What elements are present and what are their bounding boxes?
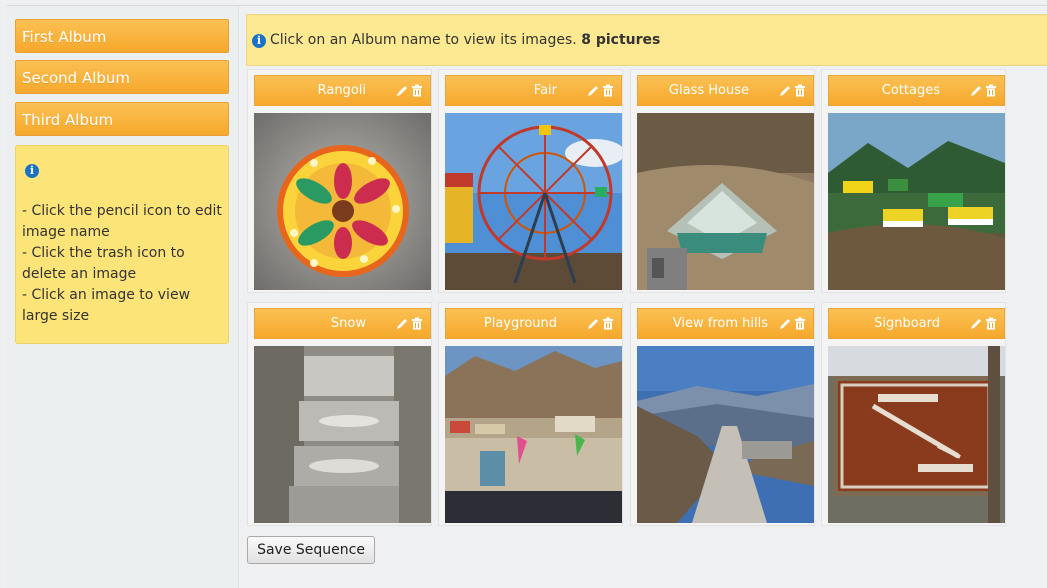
gallery-item-glass-house: Glass House bbox=[630, 69, 815, 293]
image-title: Playground bbox=[483, 316, 557, 331]
album-second[interactable]: Second Album bbox=[15, 60, 229, 94]
info-icon: i bbox=[25, 164, 39, 178]
picture-count: 8 pictures bbox=[581, 32, 661, 48]
image-fair[interactable] bbox=[445, 113, 622, 290]
image-title: View from hills bbox=[672, 316, 768, 331]
image-view-from-hills[interactable] bbox=[637, 346, 814, 523]
trash-icon[interactable] bbox=[985, 317, 997, 330]
trash-icon[interactable] bbox=[602, 317, 614, 330]
gallery-item-rangoli: Rangoli bbox=[247, 69, 432, 293]
pencil-icon[interactable] bbox=[970, 84, 982, 97]
notice-text: Click on an Album name to view its image… bbox=[270, 32, 660, 48]
help-line-view: - Click an image to view large size bbox=[22, 287, 191, 324]
info-icon: i bbox=[252, 34, 266, 48]
help-text: - Click the pencil icon to edit image na… bbox=[22, 201, 228, 327]
image-snow[interactable] bbox=[254, 346, 431, 523]
trash-icon[interactable] bbox=[602, 84, 614, 97]
pencil-icon[interactable] bbox=[779, 84, 791, 97]
image-title-bar[interactable]: Glass House bbox=[637, 75, 814, 106]
image-title-bar[interactable]: Rangoli bbox=[254, 75, 431, 106]
image-title: Cottages bbox=[881, 83, 940, 98]
help-line-edit: - Click the pencil icon to edit image na… bbox=[22, 203, 222, 240]
image-title: Snow bbox=[330, 316, 366, 331]
pencil-icon[interactable] bbox=[396, 317, 408, 330]
image-title-bar[interactable]: Cottages bbox=[828, 75, 1005, 106]
album-first[interactable]: First Album bbox=[15, 19, 229, 53]
image-playground[interactable] bbox=[445, 346, 622, 523]
pencil-icon[interactable] bbox=[970, 317, 982, 330]
image-title-bar[interactable]: View from hills bbox=[637, 308, 814, 339]
gallery-item-signboard: Signboard bbox=[821, 302, 1006, 526]
album-sidebar: First Album Second Album Third Album i -… bbox=[7, 6, 239, 588]
pencil-icon[interactable] bbox=[587, 84, 599, 97]
pencil-icon[interactable] bbox=[587, 317, 599, 330]
image-glass-house[interactable] bbox=[637, 113, 814, 290]
image-title-bar[interactable]: Signboard bbox=[828, 308, 1005, 339]
trash-icon[interactable] bbox=[794, 84, 806, 97]
trash-icon[interactable] bbox=[411, 84, 423, 97]
pencil-icon[interactable] bbox=[396, 84, 408, 97]
image-title-bar[interactable]: Fair bbox=[445, 75, 622, 106]
image-title: Glass House bbox=[668, 83, 749, 98]
notice-message: Click on an Album name to view its image… bbox=[270, 32, 577, 48]
gallery-item-snow: Snow bbox=[247, 302, 432, 526]
pencil-icon[interactable] bbox=[779, 317, 791, 330]
trash-icon[interactable] bbox=[794, 317, 806, 330]
trash-icon[interactable] bbox=[985, 84, 997, 97]
help-panel: i - Click the pencil icon to edit image … bbox=[15, 145, 229, 344]
save-sequence-button[interactable]: Save Sequence bbox=[247, 536, 375, 564]
gallery-item-fair: Fair bbox=[438, 69, 623, 293]
trash-icon[interactable] bbox=[411, 317, 423, 330]
help-line-delete: - Click the trash icon to delete an imag… bbox=[22, 245, 185, 282]
image-title-bar[interactable]: Snow bbox=[254, 308, 431, 339]
gallery-item-playground: Playground bbox=[438, 302, 623, 526]
image-cottages[interactable] bbox=[828, 113, 1005, 290]
album-notice: i Click on an Album name to view its ima… bbox=[246, 14, 1047, 66]
image-title: Fair bbox=[533, 83, 557, 98]
image-title: Rangoli bbox=[317, 83, 366, 98]
image-title-bar[interactable]: Playground bbox=[445, 308, 622, 339]
image-signboard[interactable] bbox=[828, 346, 1005, 523]
album-third[interactable]: Third Album bbox=[15, 102, 229, 136]
gallery-item-view-from-hills: View from hills bbox=[630, 302, 815, 526]
image-rangoli[interactable] bbox=[254, 113, 431, 290]
gallery-item-cottages: Cottages bbox=[821, 69, 1006, 293]
image-title: Signboard bbox=[874, 316, 940, 331]
